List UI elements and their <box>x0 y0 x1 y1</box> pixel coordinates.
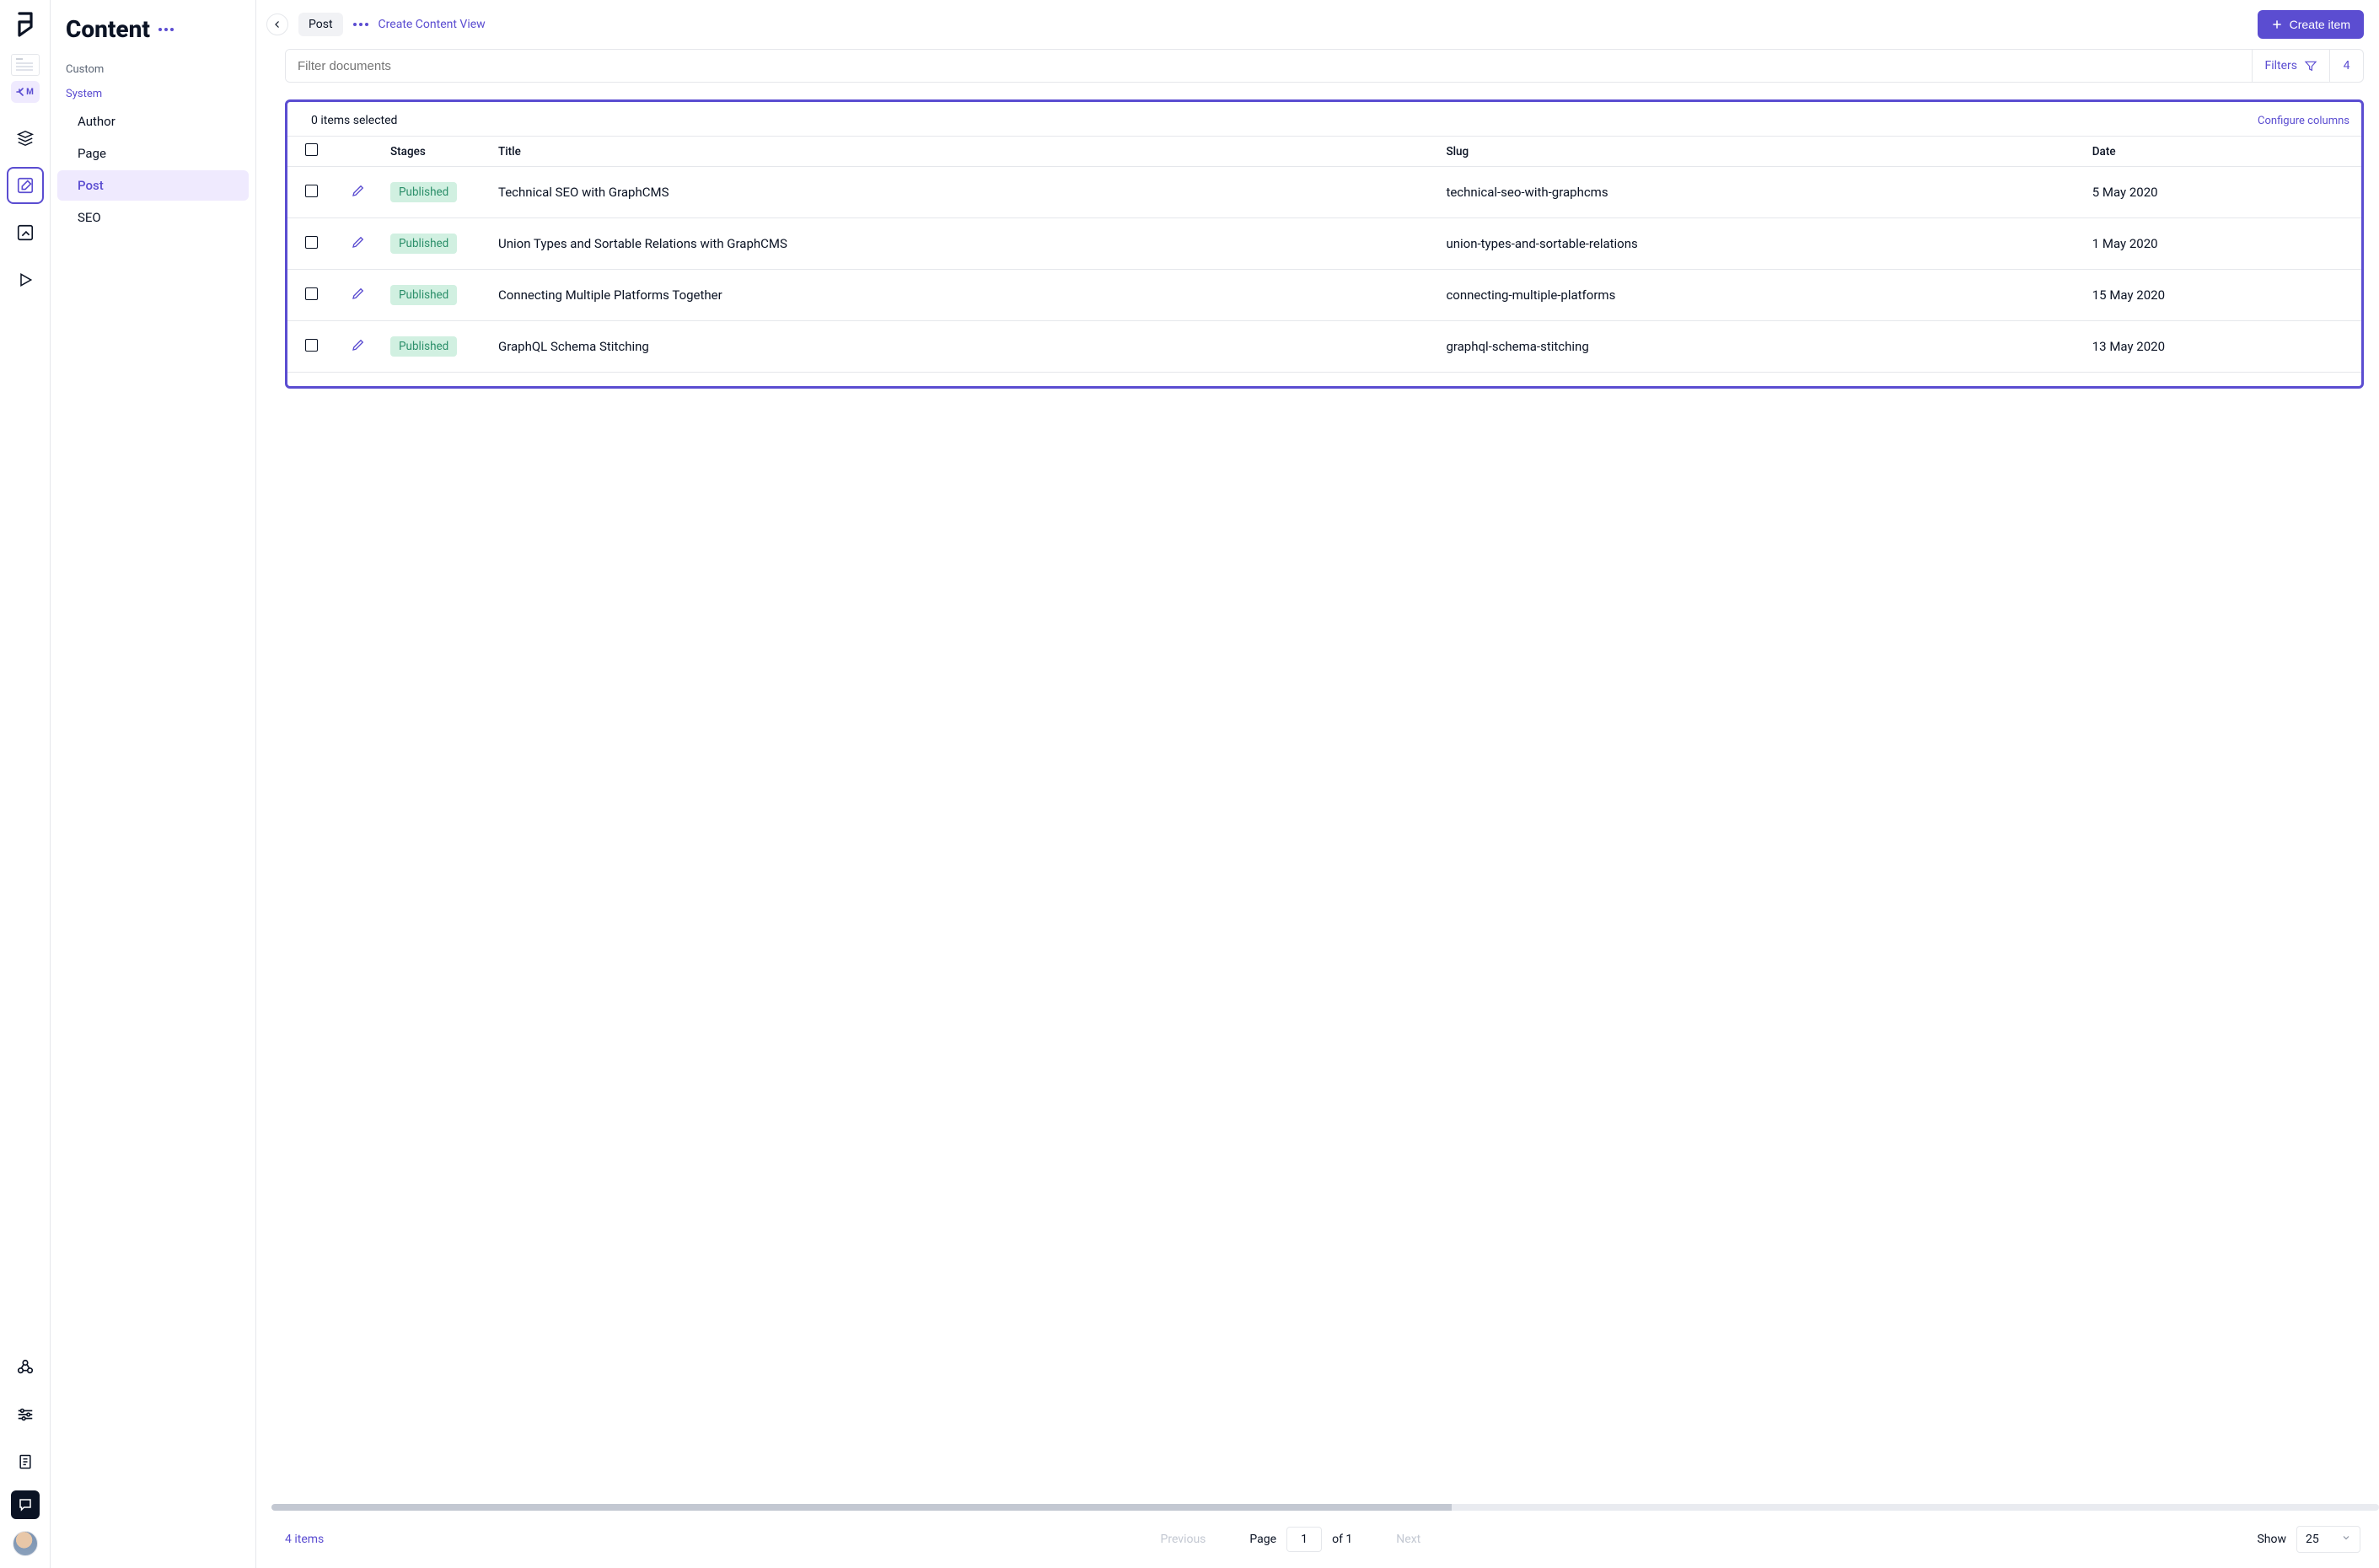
rail-playground-icon[interactable] <box>7 261 44 298</box>
table-panel: 0 items selected Configure columns Stage… <box>285 99 2364 389</box>
column-title[interactable]: Title <box>490 137 1437 167</box>
row-checkbox[interactable] <box>305 287 318 300</box>
column-slug[interactable]: Slug <box>1437 137 2083 167</box>
sidebar: Content Custom System Author Page Post S… <box>51 0 256 1568</box>
horizontal-scrollbar[interactable] <box>271 1504 2379 1511</box>
sidebar-item-post[interactable]: Post <box>57 170 249 201</box>
page-size-value: 25 <box>2306 1533 2319 1546</box>
column-date[interactable]: Date <box>2084 137 2361 167</box>
row-date: 1 May 2020 <box>2084 218 2361 270</box>
filter-input[interactable] <box>286 50 2252 82</box>
column-stages[interactable]: Stages <box>382 137 490 167</box>
pencil-icon[interactable] <box>351 186 366 201</box>
back-button[interactable] <box>266 13 288 35</box>
row-date: 13 May 2020 <box>2084 321 2361 373</box>
row-checkbox[interactable] <box>305 236 318 249</box>
table-row[interactable]: Published GraphQL Schema Stitching graph… <box>287 321 2361 373</box>
user-avatar[interactable] <box>13 1531 38 1556</box>
page-title: Content <box>66 15 150 43</box>
rail-schema-icon[interactable] <box>7 120 44 157</box>
rail-content-icon[interactable] <box>7 167 44 204</box>
filters-button[interactable]: Filters <box>2252 50 2329 82</box>
filters-label: Filters <box>2264 59 2297 72</box>
sidebar-item-page[interactable]: Page <box>57 138 249 169</box>
create-item-label: Create item <box>2290 18 2350 31</box>
next-button[interactable]: Next <box>1396 1533 1420 1546</box>
rail-docs-icon[interactable] <box>7 1443 44 1480</box>
page-input[interactable]: 1 <box>1286 1527 1322 1552</box>
chevron-down-icon <box>2341 1533 2351 1546</box>
project-thumbnail-label: M <box>26 88 34 97</box>
page-of-label: of 1 <box>1332 1533 1352 1546</box>
show-label: Show <box>2257 1533 2286 1546</box>
selection-count: 0 items selected <box>311 114 397 127</box>
table-row[interactable]: Published Union Types and Sortable Relat… <box>287 218 2361 270</box>
column-edit <box>335 137 382 167</box>
sidebar-section-custom: Custom <box>51 56 255 81</box>
create-item-button[interactable]: Create item <box>2258 10 2364 39</box>
rail-chat-icon[interactable] <box>11 1490 40 1519</box>
stage-badge: Published <box>390 285 457 305</box>
stage-badge: Published <box>390 234 457 254</box>
row-title: Technical SEO with GraphCMS <box>490 167 1437 218</box>
stage-badge: Published <box>390 182 457 202</box>
sidebar-section-system: System <box>51 81 255 105</box>
row-slug: union-types-and-sortable-relations <box>1437 218 2083 270</box>
row-title: GraphQL Schema Stitching <box>490 321 1437 373</box>
column-checkbox <box>287 137 335 167</box>
row-checkbox[interactable] <box>305 185 318 197</box>
topbar: Post Create Content View Create item <box>256 0 2379 49</box>
sidebar-item-seo[interactable]: SEO <box>57 202 249 233</box>
plus-icon <box>2271 19 2283 30</box>
row-checkbox[interactable] <box>305 339 318 352</box>
page-label: Page <box>1249 1533 1276 1546</box>
topbar-more-icon[interactable] <box>353 23 368 26</box>
table-row[interactable]: Published Connecting Multiple Platforms … <box>287 270 2361 321</box>
previous-button[interactable]: Previous <box>1161 1533 1206 1546</box>
row-title: Union Types and Sortable Relations with … <box>490 218 1437 270</box>
page-size-select[interactable]: 25 <box>2296 1526 2360 1553</box>
main: Post Create Content View Create item Fil… <box>256 0 2379 1568</box>
table-row[interactable]: Published Technical SEO with GraphCMS te… <box>287 167 2361 218</box>
row-date: 15 May 2020 <box>2084 270 2361 321</box>
sidebar-item-author[interactable]: Author <box>57 106 249 137</box>
pencil-icon[interactable] <box>351 289 366 304</box>
rail-settings-icon[interactable] <box>7 1396 44 1433</box>
content-table: Stages Title Slug Date Published Technic… <box>287 136 2361 373</box>
rail-assets-icon[interactable] <box>7 214 44 251</box>
pagination-footer: 4 items Previous Page 1 of 1 Next Show 2… <box>256 1517 2379 1568</box>
sidebar-more-icon[interactable] <box>158 28 174 31</box>
pencil-icon[interactable] <box>351 341 366 356</box>
filter-bar: Filters 4 <box>285 49 2364 83</box>
configure-columns-link[interactable]: Configure columns <box>2258 115 2349 127</box>
row-slug: connecting-multiple-platforms <box>1437 270 2083 321</box>
project-thumbnail[interactable] <box>11 54 40 76</box>
project-thumbnail-active[interactable]: M <box>11 81 40 103</box>
select-all-checkbox[interactable] <box>305 143 318 156</box>
stage-badge: Published <box>390 336 457 357</box>
pencil-icon[interactable] <box>351 238 366 253</box>
row-title: Connecting Multiple Platforms Together <box>490 270 1437 321</box>
breadcrumb-chip[interactable]: Post <box>298 13 343 36</box>
item-count: 4 items <box>285 1533 324 1546</box>
filter-count[interactable]: 4 <box>2329 50 2363 82</box>
nav-rail: M <box>0 0 51 1568</box>
create-content-view-link[interactable]: Create Content View <box>379 18 486 31</box>
row-slug: technical-seo-with-graphcms <box>1437 167 2083 218</box>
row-slug: graphql-schema-stitching <box>1437 321 2083 373</box>
filter-icon <box>2304 59 2317 72</box>
row-date: 5 May 2020 <box>2084 167 2361 218</box>
app-logo[interactable] <box>14 12 36 40</box>
rail-webhooks-icon[interactable] <box>7 1349 44 1386</box>
